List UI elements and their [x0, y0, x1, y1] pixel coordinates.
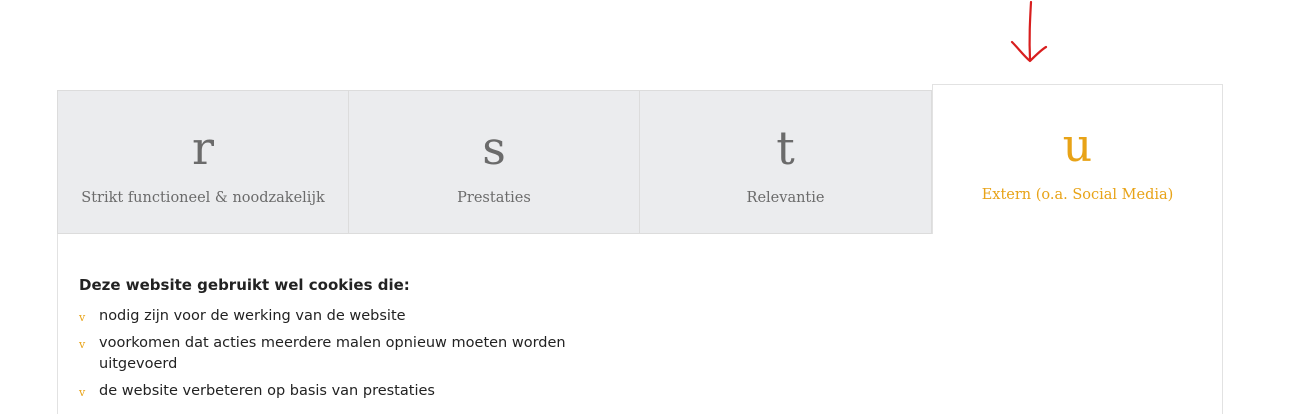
list-item: v de website verbeteren op basis van pre… — [79, 381, 579, 402]
cookie-purpose-list: v nodig zijn voor de werking van de webs… — [79, 306, 579, 408]
cookie-level-tabs: r Strikt functioneel & noodzakelijk s Pr… — [57, 84, 1223, 235]
list-item: v voorkomen dat acties meerdere malen op… — [79, 333, 579, 375]
tab-icon: r — [192, 121, 214, 175]
list-item-text: de website verbeteren op basis van prest… — [99, 383, 435, 399]
cookie-settings-panel: r Strikt functioneel & noodzakelijk s Pr… — [57, 84, 1223, 414]
tab-strikt-functioneel[interactable]: r Strikt functioneel & noodzakelijk — [57, 90, 349, 234]
tab-prestaties[interactable]: s Prestaties — [348, 90, 640, 234]
tab-relevantie[interactable]: t Relevantie — [639, 90, 932, 234]
tab-label: Strikt functioneel & noodzakelijk — [81, 190, 325, 206]
tab-icon: s — [482, 121, 506, 175]
bullet-icon: v — [79, 386, 86, 399]
list-item: v nodig zijn voor de werking van de webs… — [79, 306, 579, 327]
content-heading: Deze website gebruikt wel cookies die: — [79, 276, 410, 294]
tab-icon: u — [1062, 118, 1093, 172]
tab-label: Relevantie — [746, 190, 825, 206]
tab-extern-social-media[interactable]: u Extern (o.a. Social Media) — [932, 84, 1223, 235]
tab-label: Extern (o.a. Social Media) — [981, 187, 1174, 203]
list-item-text: nodig zijn voor de werking van de websit… — [99, 308, 406, 324]
bullet-icon: v — [79, 338, 86, 351]
tab-content: Deze website gebruikt wel cookies die: v… — [57, 234, 1223, 414]
tab-label: Prestaties — [457, 190, 531, 206]
tab-icon: t — [776, 121, 795, 175]
list-item-text: voorkomen dat acties meerdere malen opni… — [99, 335, 566, 372]
bullet-icon: v — [79, 311, 86, 324]
down-arrow-icon — [1010, 0, 1048, 63]
